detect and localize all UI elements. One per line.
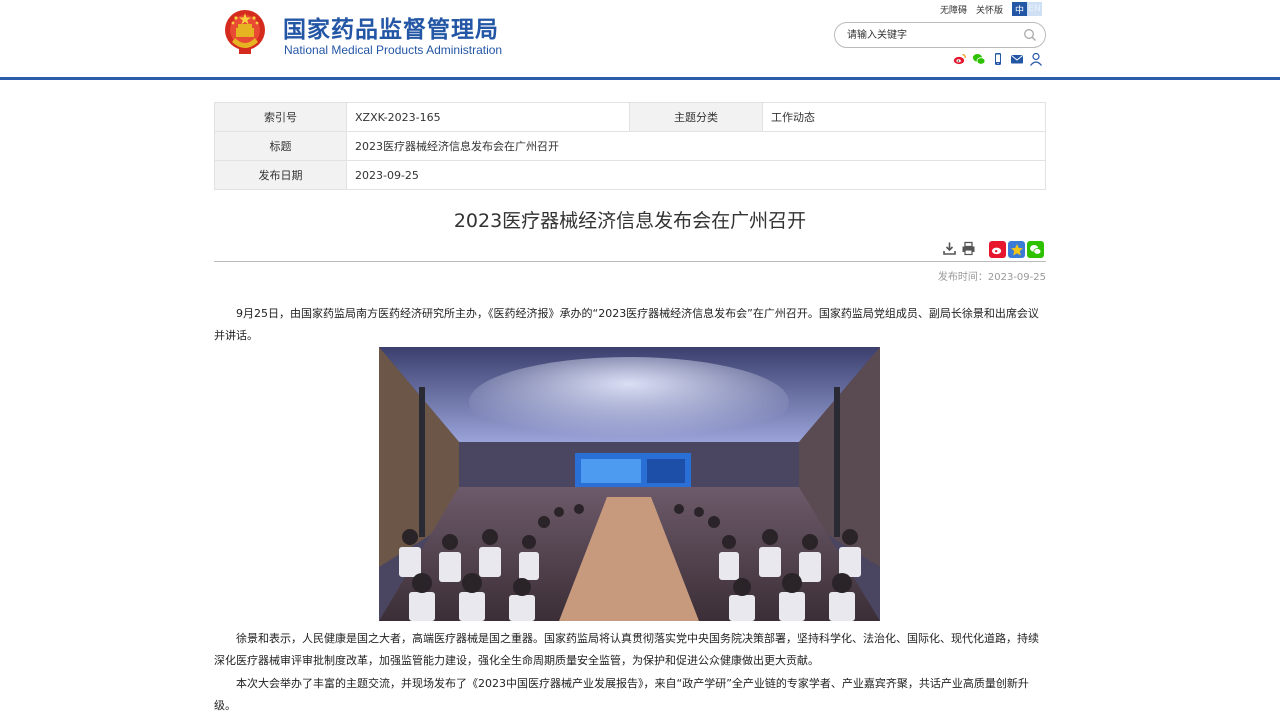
accessible-mode-link[interactable]: 无障碍	[940, 6, 967, 16]
share-wechat-button[interactable]	[1027, 241, 1044, 258]
article-meta-table: 索引号 XZXK-2023-165 主题分类 工作动态 标题 2023医疗器械经…	[214, 102, 1046, 190]
search-icon[interactable]	[1023, 28, 1037, 42]
user-icon[interactable]	[1029, 52, 1043, 66]
category-label: 主题分类	[629, 102, 763, 132]
title-label: 标题	[214, 131, 347, 161]
article-paragraph: 9月25日，由国家药监局南方医药经济研究所主办，《医药经济报》承办的“2023医…	[214, 307, 1039, 342]
date-value: 2023-09-25	[346, 160, 1046, 190]
meta-row: 索引号 XZXK-2023-165 主题分类 工作动态	[214, 102, 1046, 132]
share-favorite-button[interactable]	[1008, 241, 1025, 258]
index-label: 索引号	[214, 102, 347, 132]
star-icon	[1010, 243, 1023, 255]
weibo-icon[interactable]	[953, 52, 967, 66]
national-emblem-icon[interactable]	[222, 8, 268, 56]
share-buttons	[989, 241, 1044, 258]
meta-row: 标题 2023医疗器械经济信息发布会在广州召开	[214, 131, 1046, 161]
article-paragraph: 本次大会举办了丰富的主题交流，并现场发布了《2023中国医疗器械产业发展报告》，…	[214, 677, 1029, 712]
social-links	[953, 52, 1043, 66]
header-divider	[0, 77, 1280, 80]
meta-row: 发布日期 2023-09-25	[214, 160, 1046, 190]
print-icon[interactable]	[961, 241, 976, 256]
wechat-icon	[1030, 245, 1042, 255]
mail-icon[interactable]	[1010, 52, 1024, 66]
language-switch: 中 EN	[1012, 2, 1042, 16]
wechat-icon[interactable]	[972, 52, 986, 66]
search-input[interactable]	[847, 27, 1017, 43]
site-header: 国家药品监督管理局 National Medical Products Admi…	[0, 0, 1280, 78]
date-label: 发布日期	[214, 160, 347, 190]
index-value: XZXK-2023-165	[346, 102, 630, 132]
category-value: 工作动态	[762, 102, 1046, 132]
site-logo-subtitle[interactable]: National Medical Products Administration	[284, 43, 502, 57]
article-title: 2023医疗器械经济信息发布会在广州召开	[453, 210, 807, 232]
weibo-icon	[991, 247, 1002, 255]
elder-mode-link[interactable]: 关怀版	[976, 6, 1003, 16]
conference-photo	[379, 347, 880, 621]
article-tools	[942, 241, 976, 256]
title-divider	[214, 261, 1046, 262]
mobile-icon[interactable]	[991, 52, 1005, 66]
top-links: 无障碍 关怀版	[940, 3, 1012, 16]
lang-en-button[interactable]: EN	[1027, 2, 1042, 16]
conference-hall-image	[379, 347, 880, 621]
title-value: 2023医疗器械经济信息发布会在广州召开	[346, 131, 1046, 161]
publish-time: 发布时间：2023-09-25	[937, 272, 1046, 283]
download-icon[interactable]	[942, 241, 957, 256]
search-box	[834, 22, 1046, 48]
lang-zh-button[interactable]: 中	[1012, 2, 1027, 16]
article-paragraph: 徐景和表示，人民健康是国之大者，高端医疗器械是国之重器。国家药监局将认真贯彻落实…	[214, 632, 1039, 667]
share-weibo-button[interactable]	[989, 241, 1006, 258]
site-logo-title[interactable]: 国家药品监督管理局	[283, 10, 499, 44]
